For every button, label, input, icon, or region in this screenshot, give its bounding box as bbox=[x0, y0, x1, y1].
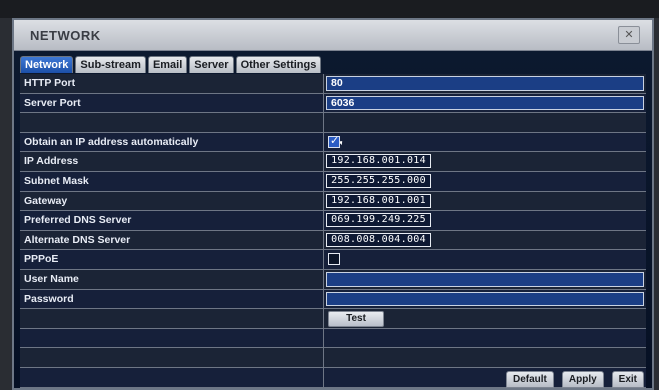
row-label bbox=[20, 113, 324, 132]
row-label: IP Address bbox=[20, 152, 324, 171]
default-button[interactable]: Default bbox=[505, 371, 554, 388]
tab-sub-stream[interactable]: Sub-stream bbox=[75, 56, 146, 73]
settings-row-http-port: HTTP Port 80 bbox=[20, 74, 646, 94]
close-icon: ✕ bbox=[624, 29, 634, 41]
row-value-cell bbox=[324, 290, 646, 309]
settings-row-server-port: Server Port 6036 bbox=[20, 93, 646, 114]
row-value-cell: 80 bbox=[324, 74, 646, 93]
network-window: NETWORK ✕ Network Sub-stream Email Serve… bbox=[12, 18, 654, 390]
titlebar: NETWORK ✕ bbox=[14, 20, 652, 51]
settings-row-preferred-dns: Preferred DNS Server 069.199.249.225 bbox=[20, 211, 646, 231]
tab-network[interactable]: Network bbox=[20, 56, 74, 73]
action-bar: Default Apply Exit bbox=[505, 371, 644, 388]
row-value-cell: 255.255.255.000 bbox=[324, 172, 646, 191]
row-value-cell: ➚✓ bbox=[324, 133, 646, 152]
row-label: Obtain an IP address automatically bbox=[20, 132, 324, 152]
settings-row-spacer-2 bbox=[20, 328, 646, 349]
dhcp-auto-checkbox[interactable]: ✓ bbox=[328, 134, 340, 148]
row-label: Preferred DNS Server bbox=[20, 211, 324, 230]
row-label bbox=[20, 348, 324, 367]
settings-row-test: Test bbox=[20, 309, 646, 329]
row-label: Server Port bbox=[20, 93, 324, 113]
row-value-cell: 008.008.004.004 bbox=[324, 231, 646, 250]
row-label bbox=[20, 328, 324, 348]
apply-button[interactable]: Apply bbox=[561, 371, 604, 388]
test-button[interactable]: Test bbox=[328, 311, 384, 328]
row-label bbox=[20, 367, 324, 387]
row-value-cell bbox=[324, 113, 646, 132]
ip-address-field[interactable]: 192.168.001.014 bbox=[326, 154, 431, 169]
user-name-field[interactable] bbox=[326, 271, 644, 287]
row-value-cell: 6036 bbox=[324, 94, 646, 113]
settings-row-spacer-3 bbox=[20, 348, 646, 368]
settings-grid: HTTP Port 80 Server Port 6036 Obtain an IP a… bbox=[20, 74, 646, 388]
tab-email[interactable]: Email bbox=[147, 56, 188, 73]
close-button[interactable]: ✕ bbox=[618, 26, 640, 44]
http-port-field[interactable]: 80 bbox=[326, 76, 644, 91]
row-value-cell bbox=[324, 270, 646, 289]
tab-server[interactable]: Server bbox=[189, 56, 234, 73]
row-value-cell: 192.168.001.001 bbox=[324, 192, 646, 211]
row-value-cell: 069.199.249.225 bbox=[324, 211, 646, 230]
preferred-dns-field[interactable]: 069.199.249.225 bbox=[326, 213, 431, 228]
settings-row-gateway: Gateway 192.168.001.001 bbox=[20, 191, 646, 212]
row-value-cell: Test bbox=[324, 309, 646, 328]
settings-row-password: Password bbox=[20, 289, 646, 310]
settings-row-user-name: User Name bbox=[20, 269, 646, 290]
settings-row-pppoe: PPPoE bbox=[20, 250, 646, 270]
row-label: Alternate DNS Server bbox=[20, 230, 324, 250]
row-label: Subnet Mask bbox=[20, 171, 324, 191]
row-value-cell bbox=[324, 250, 646, 269]
check-icon: ✓ bbox=[330, 134, 340, 147]
row-label: PPPoE bbox=[20, 250, 324, 269]
gateway-field[interactable]: 192.168.001.001 bbox=[326, 193, 431, 208]
settings-row-ip-address: IP Address 192.168.001.014 bbox=[20, 152, 646, 172]
alternate-dns-field[interactable]: 008.008.004.004 bbox=[326, 232, 431, 247]
screen-bezel bbox=[0, 0, 659, 18]
settings-row-dhcp-auto: Obtain an IP address automatically➚✓ bbox=[20, 132, 646, 153]
row-label: HTTP Port bbox=[20, 74, 324, 93]
row-label bbox=[20, 309, 324, 328]
settings-row-alternate-dns: Alternate DNS Server 008.008.004.004 bbox=[20, 230, 646, 251]
row-value-cell bbox=[324, 329, 646, 348]
window-title: NETWORK bbox=[30, 28, 101, 43]
subnet-mask-field[interactable]: 255.255.255.000 bbox=[326, 173, 431, 188]
pppoe-checkbox[interactable] bbox=[328, 253, 340, 266]
exit-button[interactable]: Exit bbox=[611, 371, 644, 388]
password-field[interactable] bbox=[326, 291, 644, 307]
row-label: Gateway bbox=[20, 191, 324, 211]
settings-row-subnet-mask: Subnet Mask 255.255.255.000 bbox=[20, 171, 646, 192]
tab-strip: Network Sub-stream Email Server Other Se… bbox=[20, 56, 322, 73]
settings-row-spacer-1 bbox=[20, 113, 646, 133]
row-value-cell: 192.168.001.014 bbox=[324, 152, 646, 171]
tab-other-settings[interactable]: Other Settings bbox=[235, 56, 322, 73]
row-label: User Name bbox=[20, 269, 324, 289]
row-label: Password bbox=[20, 289, 324, 309]
row-value-cell bbox=[324, 348, 646, 367]
server-port-field[interactable]: 6036 bbox=[326, 95, 644, 111]
